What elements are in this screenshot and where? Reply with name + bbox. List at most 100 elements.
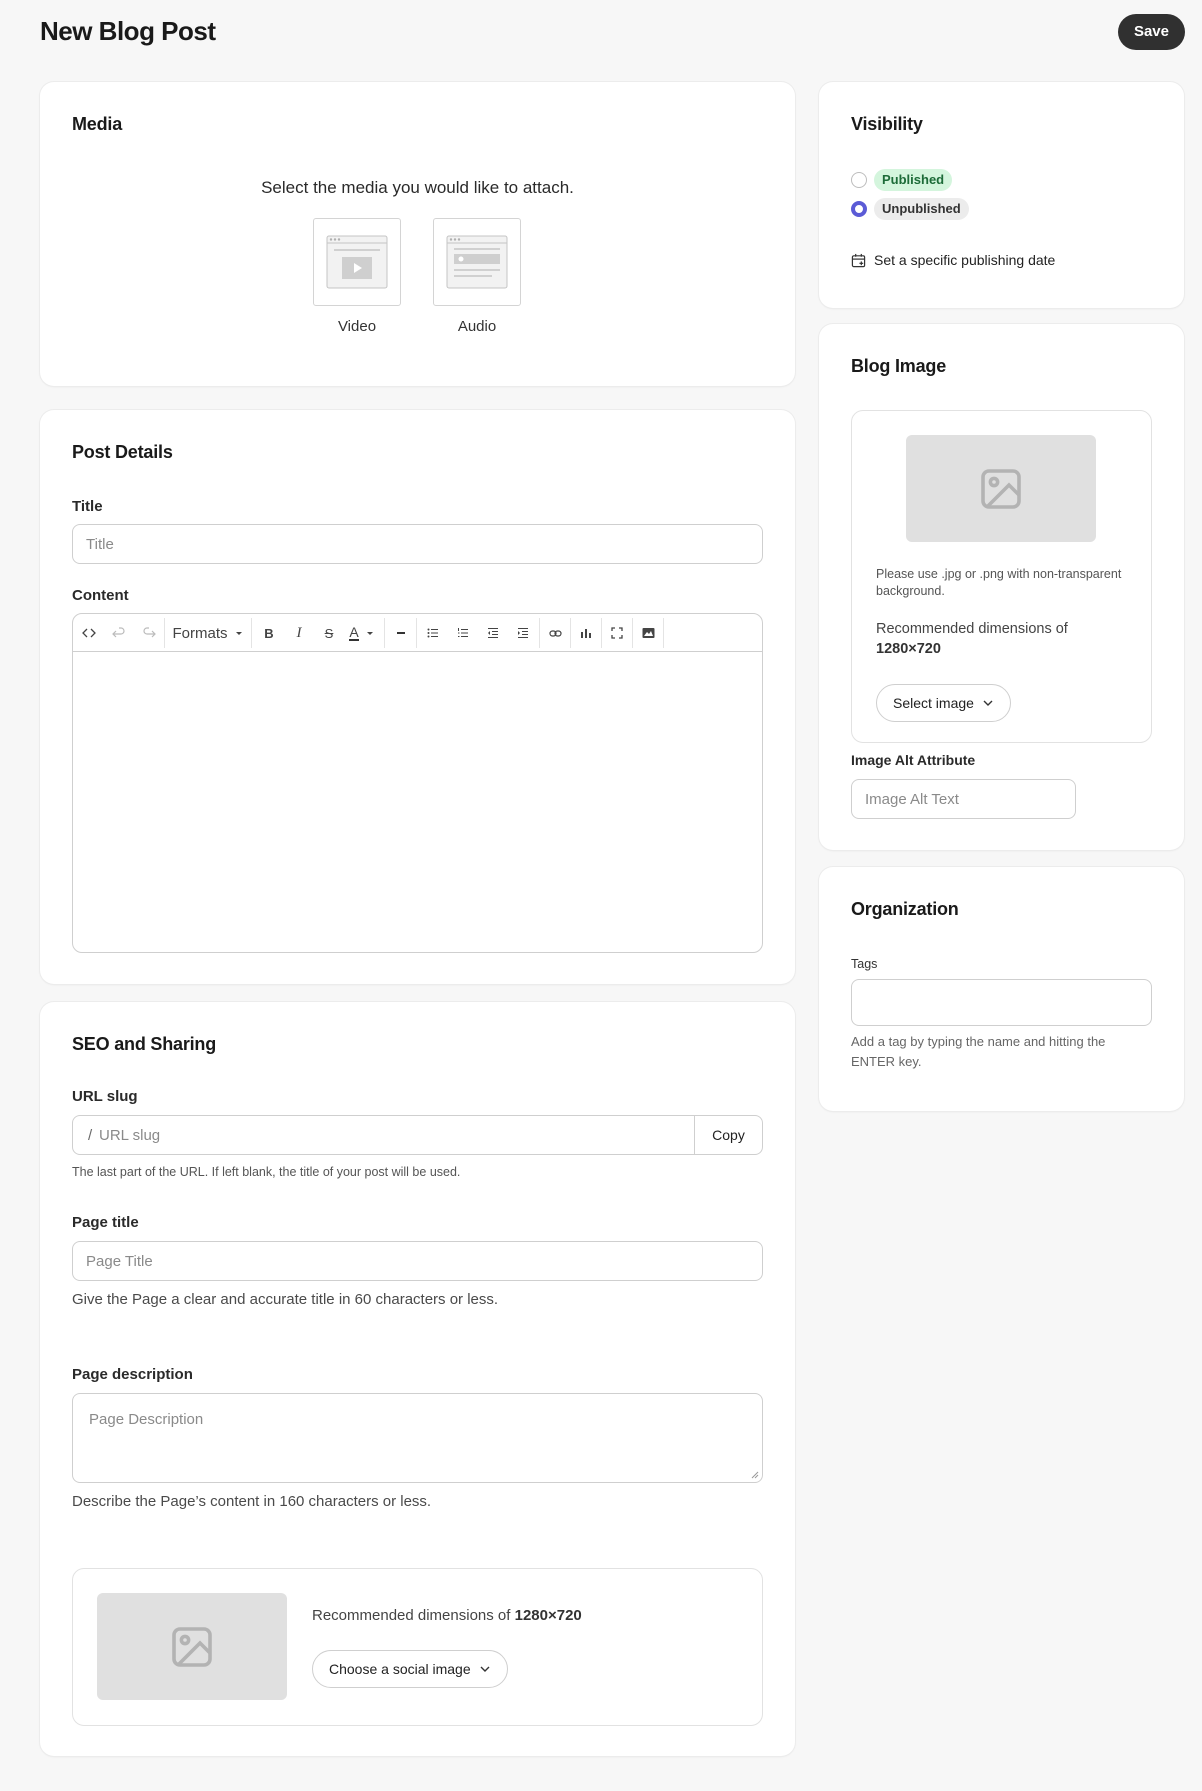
social-image-panel: Recommended dimensions of 1280×720 Choos…	[72, 1568, 763, 1726]
copy-button[interactable]: Copy	[694, 1116, 762, 1154]
post-details-title: Post Details	[72, 442, 173, 462]
toolbar-divider	[632, 618, 633, 648]
chart-icon[interactable]	[572, 614, 600, 652]
image-alt-input[interactable]: Image Alt Text	[851, 779, 1076, 819]
blog-image-title: Blog Image	[851, 356, 947, 376]
page-title-label: Page title	[72, 1214, 139, 1231]
page-title: New Blog Post	[40, 16, 216, 46]
toolbar-divider	[539, 618, 540, 648]
visibility-card: Visibility Published Unpublished Set a s…	[819, 82, 1184, 308]
page-description-textarea[interactable]: Page Description	[72, 1393, 763, 1483]
page-title-placeholder: Page Title	[86, 1253, 153, 1270]
toolbar-divider	[601, 618, 602, 648]
unpublished-badge[interactable]: Unpublished	[874, 198, 969, 220]
indent-icon[interactable]	[509, 614, 537, 652]
content-label: Content	[72, 587, 129, 604]
formats-dropdown[interactable]: Formats	[167, 614, 249, 652]
image-placeholder-icon	[981, 468, 1021, 509]
video-option-label: Video	[337, 318, 377, 335]
page-title-input[interactable]: Page Title	[72, 1241, 763, 1281]
audio-option[interactable]	[433, 218, 521, 306]
formats-label: Formats	[172, 624, 228, 642]
blog-image-placeholder	[906, 435, 1096, 542]
title-label: Title	[72, 498, 103, 515]
page-description-label: Page description	[72, 1366, 193, 1383]
redo-icon[interactable]	[135, 614, 163, 652]
schedule-publishing-label: Set a specific publishing date	[874, 252, 1056, 268]
chevron-down-icon	[983, 700, 993, 706]
social-dimensions-value: 1280×720	[514, 1607, 582, 1624]
numbered-list-icon[interactable]	[449, 614, 477, 652]
organization-card: Organization Tags Add a tag by typing th…	[819, 867, 1184, 1111]
image-icon[interactable]	[634, 614, 662, 652]
toolbar-divider	[570, 618, 571, 648]
copy-label: Copy	[712, 1127, 745, 1143]
url-slug-help: The last part of the URL. If left blank,…	[72, 1165, 461, 1179]
url-slug-input[interactable]: / URL slug Copy	[72, 1115, 763, 1155]
select-image-label: Select image	[893, 695, 974, 711]
image-alt-placeholder: Image Alt Text	[865, 791, 959, 808]
bold-icon[interactable]: B	[255, 614, 283, 652]
editor-toolbar: Formats B I S A	[73, 614, 762, 652]
unpublished-radio[interactable]	[851, 201, 867, 217]
toolbar-divider	[663, 618, 664, 648]
media-prompt: Select the media you would like to attac…	[261, 178, 574, 197]
choose-social-image-label: Choose a social image	[329, 1661, 471, 1677]
calendar-icon	[851, 253, 866, 267]
content-editor[interactable]: Formats B I S A	[72, 613, 763, 953]
chevron-down-icon	[480, 1666, 490, 1672]
social-dimensions-text: Recommended dimensions of 1280×720	[312, 1607, 582, 1624]
page-header: New Blog Post Save	[40, 14, 1185, 50]
url-slug-placeholder: URL slug	[99, 1127, 161, 1144]
published-badge[interactable]: Published	[874, 169, 953, 191]
select-image-button[interactable]: Select image	[876, 684, 1011, 722]
image-placeholder-icon	[172, 1626, 212, 1667]
title-placeholder: Title	[86, 536, 114, 553]
toolbar-divider	[384, 618, 385, 648]
schedule-publishing-link[interactable]: Set a specific publishing date	[851, 252, 1055, 268]
page-description-help: Describe the Page’s content in 160 chara…	[72, 1493, 432, 1510]
blog-image-dimensions-text: Recommended dimensions of 1280×720	[876, 619, 1068, 659]
media-card-title: Media	[72, 114, 123, 134]
caret-down-icon	[235, 632, 242, 635]
visibility-title: Visibility	[851, 114, 923, 134]
audio-option-label: Audio	[457, 318, 497, 335]
save-button[interactable]: Save	[1117, 14, 1185, 50]
italic-icon[interactable]: I	[285, 614, 313, 652]
tags-input[interactable]	[851, 979, 1152, 1026]
slug-prefix: /	[88, 1127, 93, 1144]
toolbar-divider	[416, 618, 417, 648]
blog-image-panel: Please use .jpg or .png with non-transpa…	[851, 410, 1152, 743]
text-color-icon[interactable]: A	[345, 614, 379, 652]
toolbar-divider	[164, 618, 165, 648]
blog-image-dimensions-value: 1280×720	[876, 641, 941, 657]
choose-social-image-button[interactable]: Choose a social image	[312, 1650, 508, 1688]
bullet-list-icon[interactable]	[419, 614, 447, 652]
page-description-placeholder: Page Description	[89, 1411, 204, 1428]
outdent-icon[interactable]	[479, 614, 507, 652]
strikethrough-icon[interactable]: S	[315, 614, 343, 652]
media-card: Media Select the media you would like to…	[40, 82, 795, 386]
page-title-help: Give the Page a clear and accurate title…	[72, 1291, 499, 1308]
tags-help: Add a tag by typing the name and hitting…	[851, 1034, 1106, 1069]
blog-image-card: Blog Image Please use .jpg or .png with …	[819, 324, 1184, 850]
video-option[interactable]	[313, 218, 401, 306]
undo-icon[interactable]	[105, 614, 133, 652]
image-alt-label: Image Alt Attribute	[851, 752, 976, 768]
seo-card: SEO and Sharing URL slug / URL slug Copy…	[40, 1002, 795, 1756]
resize-handle-icon[interactable]	[751, 1471, 759, 1479]
audio-icon	[446, 235, 508, 289]
seo-card-title: SEO and Sharing	[72, 1034, 217, 1054]
post-details-card: Post Details Title Title Content Formats…	[40, 410, 795, 984]
organization-title: Organization	[851, 899, 959, 919]
horizontal-rule-icon[interactable]	[387, 614, 415, 652]
fullscreen-icon[interactable]	[603, 614, 631, 652]
link-icon[interactable]	[541, 614, 569, 652]
published-radio[interactable]	[851, 172, 867, 188]
social-image-placeholder	[97, 1593, 287, 1700]
blog-image-dimensions-prefix: Recommended dimensions of	[876, 621, 1068, 637]
blog-image-format-note: Please use .jpg or .png with non-transpa…	[876, 567, 1122, 598]
social-dimensions-prefix: Recommended dimensions of	[312, 1607, 515, 1624]
title-input[interactable]: Title	[72, 524, 763, 564]
source-code-icon[interactable]	[75, 614, 103, 652]
